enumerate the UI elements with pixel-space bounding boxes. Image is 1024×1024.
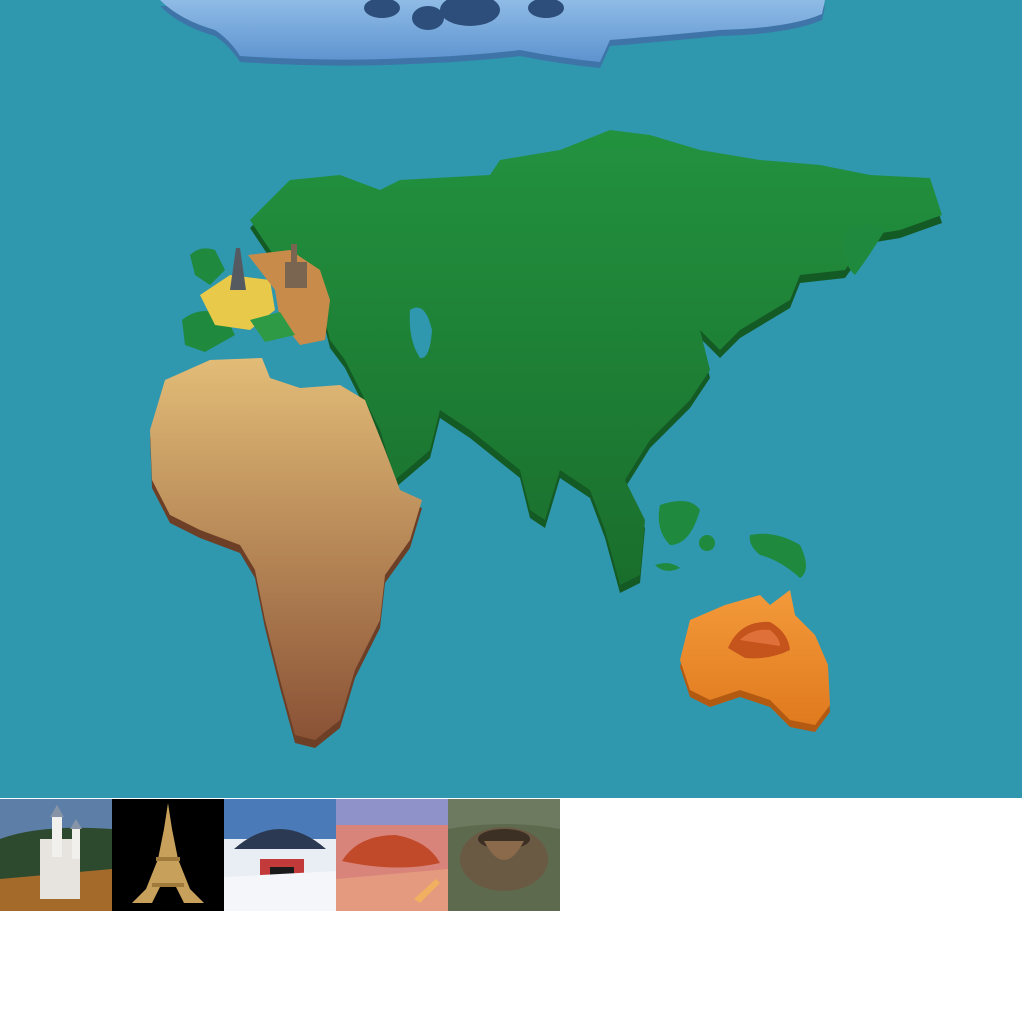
volcano-card[interactable]	[448, 799, 560, 911]
eiffel-tower-card[interactable]	[112, 799, 224, 911]
uluru-rock-photo-icon	[336, 799, 448, 911]
eiffel-tower-photo-icon	[112, 799, 224, 911]
polar-dome-station-photo-icon	[224, 799, 336, 911]
polar-station-card[interactable]	[224, 799, 336, 911]
uluru-card[interactable]	[336, 799, 448, 911]
world-map-board	[0, 0, 1022, 798]
volcano-crater-photo-icon	[448, 799, 560, 911]
picture-card-tray	[0, 799, 560, 911]
castle-photo-icon	[0, 799, 112, 911]
castle-card[interactable]	[0, 799, 112, 911]
